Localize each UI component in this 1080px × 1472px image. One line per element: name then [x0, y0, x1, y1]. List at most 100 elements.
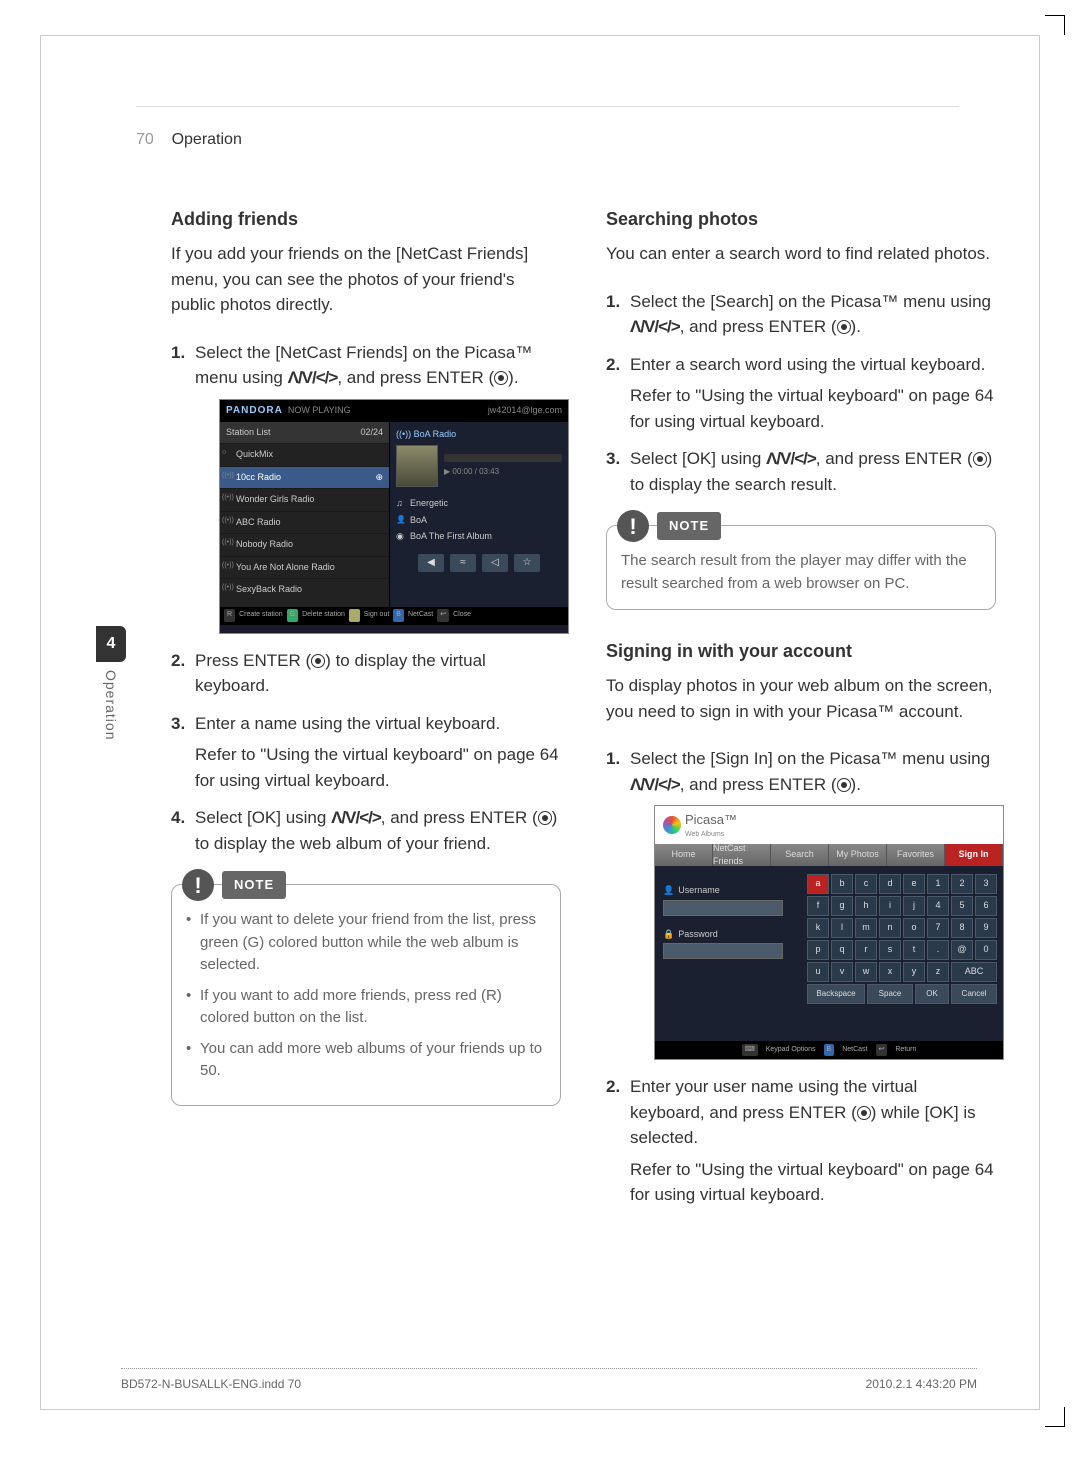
kb-key[interactable]: 2 [951, 874, 973, 894]
kb-ok[interactable]: OK [915, 984, 949, 1004]
picasa-tab[interactable]: Favorites [887, 844, 945, 866]
note-icon: ! [182, 869, 214, 901]
footer-hint: ↩ [437, 609, 449, 622]
control-button[interactable]: ◁ [482, 554, 508, 572]
kb-key[interactable]: c [855, 874, 877, 894]
kb-key[interactable]: 3 [975, 874, 997, 894]
kb-key[interactable]: y [903, 962, 925, 982]
kb-key[interactable]: 9 [975, 918, 997, 938]
kb-key[interactable]: g [831, 896, 853, 916]
password-label: Password [663, 928, 793, 942]
adding-step-1: Select the [NetCast Friends] on the Pica… [171, 340, 561, 634]
adding-steps-list: Select the [NetCast Friends] on the Pica… [171, 340, 561, 857]
kb-key[interactable]: n [879, 918, 901, 938]
station-item[interactable]: QuickMix [220, 443, 389, 466]
kb-key[interactable]: d [879, 874, 901, 894]
station-item[interactable]: Nobody Radio [220, 533, 389, 556]
station-item[interactable]: Wonder Girls Radio [220, 488, 389, 511]
kb-key[interactable]: t [903, 940, 925, 960]
station-item[interactable]: You Are Not Alone Radio [220, 556, 389, 579]
crop-mark [1045, 1407, 1065, 1427]
kb-key[interactable]: b [831, 874, 853, 894]
kb-key[interactable]: j [903, 896, 925, 916]
signing-intro: To display photos in your web album on t… [606, 673, 996, 724]
kb-key[interactable]: h [855, 896, 877, 916]
kb-key[interactable]: 1 [927, 874, 949, 894]
kb-backspace[interactable]: Backspace [807, 984, 865, 1004]
kb-key[interactable]: 0 [975, 940, 997, 960]
adding-step-3: Enter a name using the virtual keyboard.… [171, 711, 561, 794]
station-count: 02/24 [360, 426, 383, 440]
kb-key[interactable]: 6 [975, 896, 997, 916]
kb-key[interactable]: . [927, 940, 949, 960]
kb-key[interactable]: x [879, 962, 901, 982]
picasa-subtitle: Web Albums [685, 830, 737, 841]
picasa-name: Picasa™ [685, 810, 737, 830]
kb-key[interactable]: f [807, 896, 829, 916]
page-number: 70 [136, 131, 154, 148]
kb-cancel[interactable]: Cancel [951, 984, 997, 1004]
station-item[interactable]: 10cc Radio [220, 466, 389, 489]
kb-key[interactable]: i [879, 896, 901, 916]
picasa-tab[interactable]: Search [771, 844, 829, 866]
footer-timestamp: 2010.2.1 4:43:20 PM [866, 1377, 977, 1391]
kb-key[interactable]: 8 [951, 918, 973, 938]
station-item[interactable]: ABC Radio [220, 511, 389, 534]
kb-key[interactable]: 7 [927, 918, 949, 938]
enter-icon [311, 654, 325, 668]
note-label: NOTE [222, 871, 286, 899]
running-header: 70 Operation [136, 131, 242, 149]
kb-key[interactable]: k [807, 918, 829, 938]
enter-icon [538, 811, 552, 825]
kb-key[interactable]: v [831, 962, 853, 982]
control-button[interactable]: ≈ [450, 554, 476, 572]
np-station-name: ((•)) BoA Radio [396, 428, 562, 442]
album-art [396, 445, 438, 487]
station-item[interactable]: SexyBack Radio [220, 578, 389, 601]
picasa-tab[interactable]: My Photos [829, 844, 887, 866]
control-button[interactable]: ☆ [514, 554, 540, 572]
kb-key[interactable]: s [879, 940, 901, 960]
heading-adding-friends: Adding friends [171, 206, 561, 233]
kb-key[interactable]: 5 [951, 896, 973, 916]
kb-key[interactable]: @ [951, 940, 973, 960]
footer-hint: B [393, 609, 404, 622]
enter-icon [857, 1106, 871, 1120]
password-input[interactable] [663, 943, 783, 959]
pandora-logo: PANDORA [226, 405, 283, 416]
kb-key[interactable]: u [807, 962, 829, 982]
picasa-tab-selected[interactable]: Sign In [945, 844, 1003, 866]
kb-key[interactable]: z [927, 962, 949, 982]
kb-key[interactable]: o [903, 918, 925, 938]
kb-key[interactable]: m [855, 918, 877, 938]
picasa-tab[interactable]: Home [655, 844, 713, 866]
kb-space[interactable]: Space [867, 984, 913, 1004]
now-playing-panel: ((•)) BoA Radio 00:00 / 03:43 Ene [390, 422, 568, 607]
username-input[interactable] [663, 900, 783, 916]
note-text: The search result from the player may di… [621, 550, 981, 595]
picasa-footer: ⌨Keypad Options BNetCast ↩Return [655, 1041, 1003, 1059]
picasa-tab[interactable]: NetCast Friends [713, 844, 771, 866]
kb-key[interactable]: w [855, 962, 877, 982]
kb-key[interactable]: 4 [927, 896, 949, 916]
searching-step-3: Select [OK] using Λ/V/</>, and press ENT… [606, 446, 996, 497]
kb-key[interactable]: r [855, 940, 877, 960]
kb-key[interactable]: a [807, 874, 829, 894]
kb-key[interactable]: l [831, 918, 853, 938]
adding-step-2: Press ENTER () to display the virtual ke… [171, 648, 561, 699]
progress-bar[interactable] [444, 454, 562, 462]
note-item: You can add more web albums of your frie… [186, 1038, 546, 1083]
pandora-footer: RCreate station GDelete station YSign ou… [220, 607, 568, 625]
playback-time: 00:00 / 03:43 [444, 466, 562, 478]
searching-intro: You can enter a search word to find rela… [606, 241, 996, 267]
kb-key[interactable]: e [903, 874, 925, 894]
left-column: Adding friends If you add your friends o… [171, 206, 561, 1220]
username-label: Username [663, 884, 793, 898]
kb-key[interactable]: p [807, 940, 829, 960]
signing-step-1: Select the [Sign In] on the Picasa™ menu… [606, 746, 996, 1060]
control-button[interactable]: ◀ [418, 554, 444, 572]
kb-key[interactable]: ABC [951, 962, 997, 982]
track-name: Energetic [396, 497, 562, 511]
kb-key[interactable]: q [831, 940, 853, 960]
section-name: Operation [172, 131, 242, 148]
